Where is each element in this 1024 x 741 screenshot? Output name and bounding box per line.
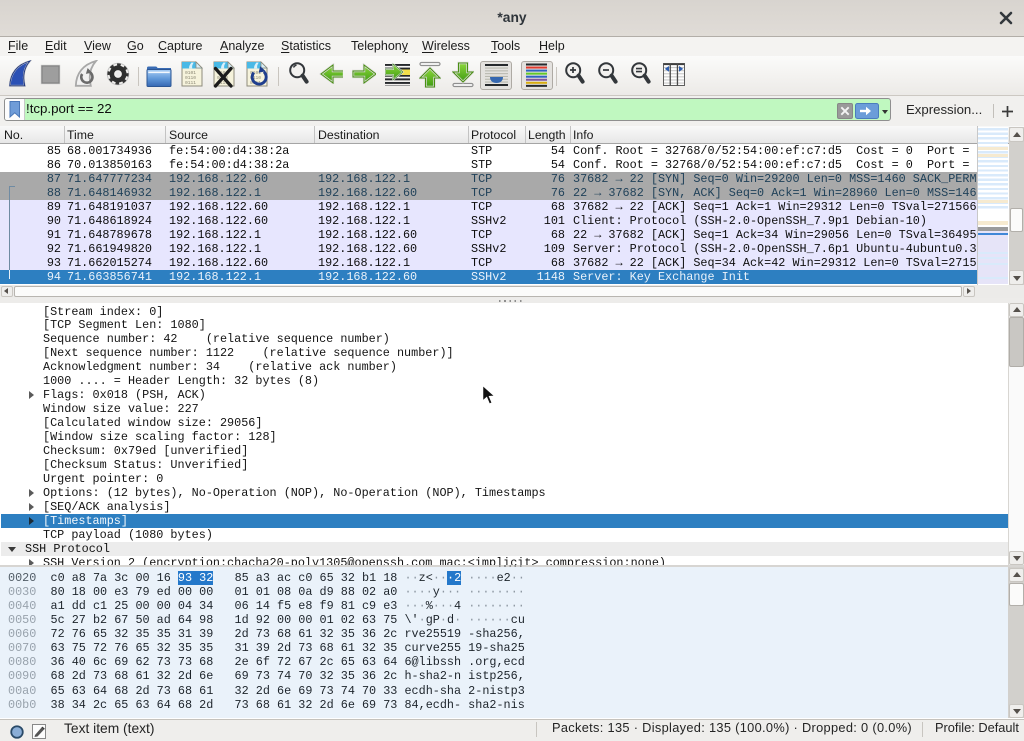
svg-text:0111: 0111 <box>185 80 196 86</box>
